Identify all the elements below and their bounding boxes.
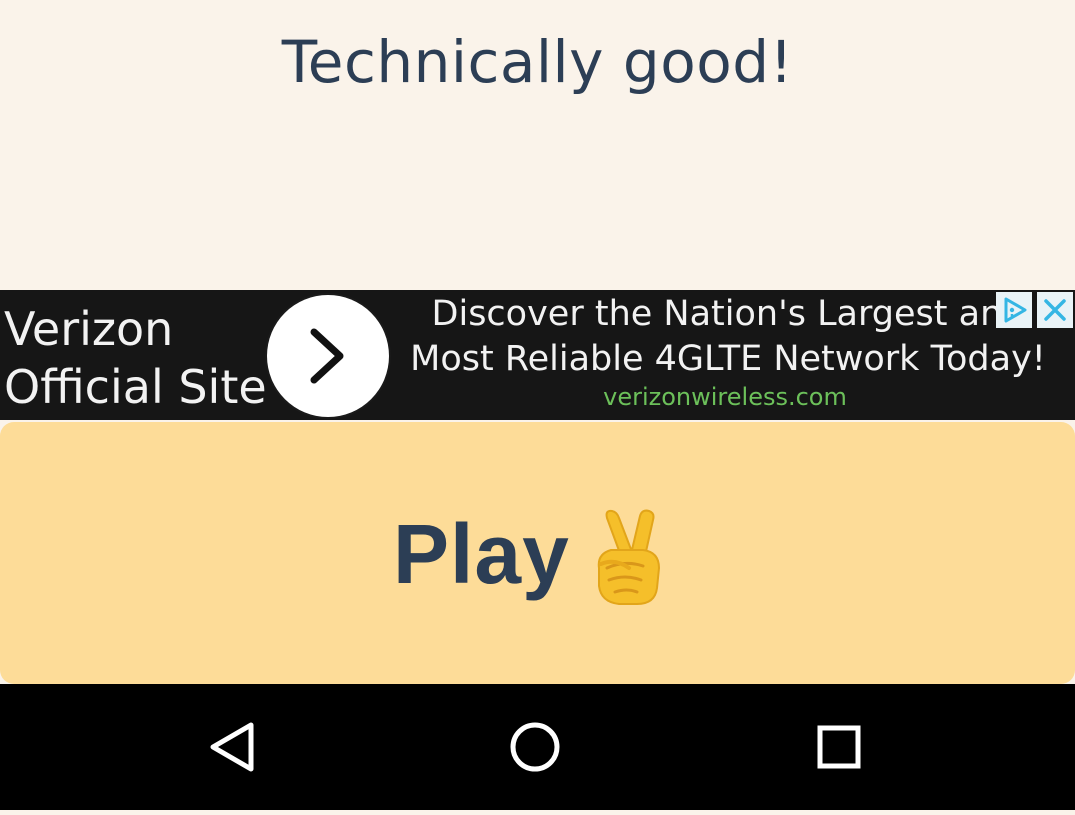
ad-url[interactable]: verizonwireless.com [545,383,905,411]
adchoices-icon[interactable] [996,292,1032,328]
ad-advertiser-line-1: Verizon [4,302,174,356]
back-button[interactable] [180,684,290,810]
home-button[interactable] [480,684,590,810]
navigation-bar [0,684,1075,810]
ad-headline-line-2: Most Reliable 4GLTE Network Today! [410,339,1046,379]
ad-advertiser-line-2: Official Site [4,360,267,414]
recents-button[interactable] [784,684,894,810]
home-icon [510,722,560,772]
recents-icon [817,725,861,769]
ad-open-button[interactable] [267,295,389,417]
ad-banner[interactable]: Verizon Official Site Discover the Natio… [0,290,1075,420]
chevron-right-icon [310,328,344,384]
play-label[interactable]: Play [393,506,570,603]
result-title: Technically good! [281,28,794,96]
ad-headline-line-1: Discover the Nation's Largest and [431,294,1025,334]
back-icon [210,722,254,772]
result-area: Technically good! [0,0,1075,290]
ad-advertiser[interactable]: Verizon Official Site [4,300,267,416]
ad-headline[interactable]: Discover the Nation's Largest and Most R… [398,292,1058,382]
close-icon[interactable] [1037,292,1073,328]
peace-hand-icon [585,508,669,613]
